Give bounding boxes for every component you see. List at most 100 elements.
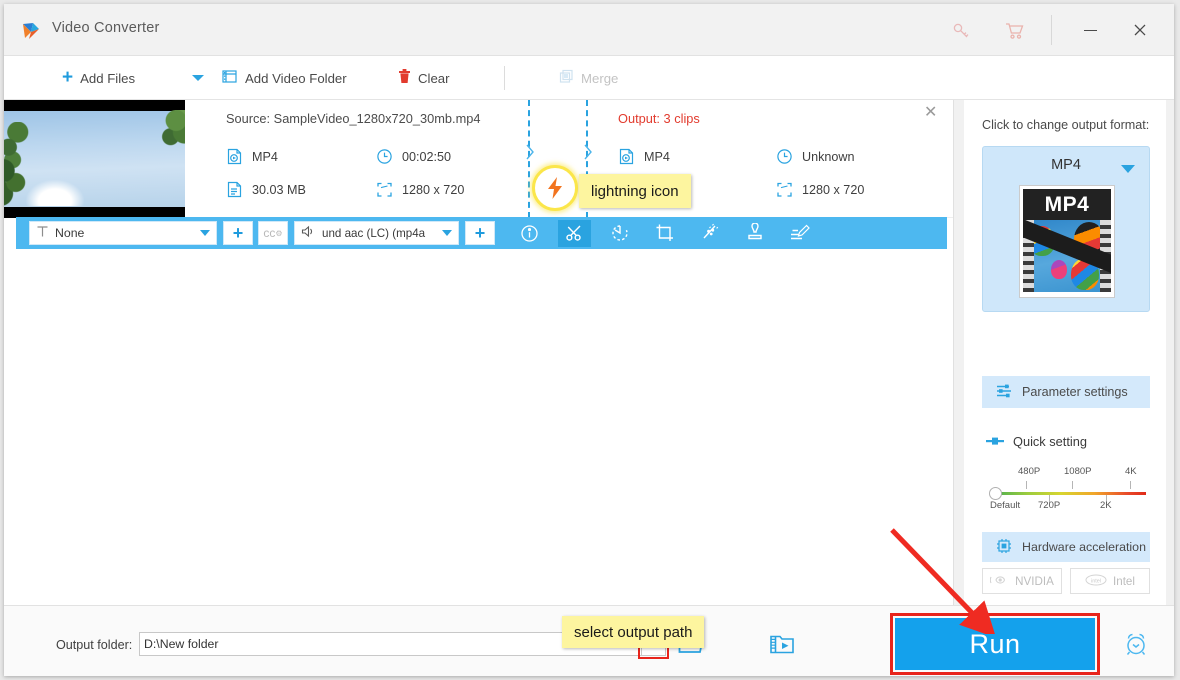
slider-label-default: Default — [990, 500, 1021, 511]
chevron-down-icon[interactable] — [1121, 165, 1135, 173]
thumbnail-tree-left — [4, 122, 50, 206]
title-bar: Video Converter — [4, 4, 1174, 56]
file-format-icon — [226, 148, 243, 165]
rotate-icon[interactable] — [603, 220, 636, 247]
clear-label: Clear — [418, 70, 450, 86]
close-button[interactable] — [1117, 16, 1163, 44]
video-folder-icon — [222, 69, 238, 87]
source-format-value: MP4 — [252, 149, 278, 164]
source-title: Source: SampleVideo_1280x720_30mb.mp4 — [226, 111, 481, 126]
alarm-clock-icon[interactable] — [1121, 630, 1151, 658]
crop-icon[interactable] — [648, 220, 681, 247]
minimize-button[interactable] — [1067, 16, 1113, 44]
source-resolution-value: 1280 x 720 — [402, 182, 465, 197]
menu-divider — [504, 66, 505, 90]
cart-icon[interactable] — [1001, 18, 1029, 44]
cc-label: cc — [263, 226, 276, 240]
add-files-dropdown[interactable] — [192, 68, 204, 88]
output-duration-value: Unknown — [802, 149, 855, 164]
parameter-settings-label: Parameter settings — [1022, 385, 1128, 399]
plus-icon: + — [62, 67, 74, 88]
output-format-prompt: Click to change output format: — [982, 118, 1150, 132]
slider-label-4k: 4K — [1125, 466, 1137, 477]
output-duration: Unknown — [776, 148, 855, 165]
cut-icon[interactable] — [558, 219, 591, 247]
media-folder-icon[interactable] — [768, 632, 796, 656]
subtitle-select[interactable]: None — [29, 221, 217, 245]
resolution-icon — [776, 181, 793, 198]
source-size: 30.03 MB — [226, 181, 306, 198]
add-files-label: Add Files — [80, 70, 136, 86]
intel-icon: intel — [1085, 574, 1107, 589]
gpu-nvidia-label: NVIDIA — [1015, 574, 1054, 588]
output-folder-label: Output folder: — [56, 638, 133, 652]
sliders-icon — [996, 383, 1013, 402]
merge-button[interactable]: Merge — [559, 68, 618, 88]
edit-toolbar: None + cc ⚙ und aac (LC) (mp4a + — [16, 217, 947, 249]
quick-setting-icon — [986, 434, 1005, 449]
info-icon[interactable] — [513, 220, 546, 247]
add-audio-button[interactable]: + — [465, 221, 495, 245]
output-format-thumb-label: MP4 — [1023, 189, 1111, 220]
parameter-settings-button[interactable]: Parameter settings — [982, 376, 1150, 408]
menu-bar: + Add Files Add Video Folder Clear Merge — [4, 56, 1174, 100]
svg-text:intel: intel — [1091, 578, 1101, 584]
speaker-icon — [301, 225, 316, 241]
slider-track[interactable] — [994, 492, 1146, 495]
chevron-down-icon — [442, 230, 452, 236]
add-files-button[interactable]: + Add Files — [62, 68, 135, 88]
lightning-icon[interactable] — [532, 165, 578, 211]
file-format-icon — [618, 148, 635, 165]
gpu-intel-button[interactable]: intel Intel — [1070, 568, 1150, 594]
source-resolution: 1280 x 720 — [376, 181, 464, 198]
cc-settings-button[interactable]: cc ⚙ — [258, 221, 288, 245]
remove-file-button[interactable]: ✕ — [924, 105, 937, 121]
slider-label-1080p: 1080P — [1064, 466, 1092, 477]
output-format-card[interactable]: MP4 MP4 — [982, 146, 1150, 312]
watermark-icon[interactable] — [738, 220, 771, 247]
chevron-right-icon — [583, 143, 594, 161]
app-title: Video Converter — [52, 20, 160, 36]
app-logo-icon — [20, 20, 42, 42]
source-size-value: 30.03 MB — [252, 182, 306, 197]
video-thumbnail[interactable] — [4, 100, 185, 218]
subtitle-edit-icon[interactable] — [783, 220, 816, 247]
annotation-lightning-note: lightning icon — [579, 174, 691, 208]
key-icon[interactable] — [947, 18, 975, 44]
annotation-output-path-note: select output path — [562, 616, 705, 648]
hardware-acceleration-button[interactable]: Hardware acceleration — [982, 532, 1150, 562]
clear-button[interactable]: Clear — [398, 68, 450, 88]
file-size-icon — [226, 181, 243, 198]
output-format-thumb-image — [1023, 220, 1111, 292]
subtitle-value: None — [55, 226, 85, 240]
output-format-value: MP4 — [644, 149, 670, 164]
merge-label: Merge — [581, 70, 619, 86]
add-video-folder-button[interactable]: Add Video Folder — [222, 68, 347, 88]
slider-knob[interactable] — [989, 487, 1002, 500]
effect-icon[interactable] — [693, 220, 726, 247]
slider-label-2k: 2K — [1100, 500, 1112, 511]
clock-icon — [376, 148, 393, 165]
trash-icon — [398, 69, 411, 87]
source-duration: 00:02:50 — [376, 148, 451, 165]
chevron-right-icon — [525, 143, 536, 161]
hardware-acceleration-label: Hardware acceleration — [1022, 540, 1146, 554]
annotation-arrow — [890, 528, 997, 634]
output-format-thumbnail: MP4 — [1019, 185, 1115, 298]
quick-setting-label: Quick setting — [1013, 434, 1087, 449]
add-subtitle-button[interactable]: + — [223, 221, 253, 245]
add-video-folder-label: Add Video Folder — [245, 70, 347, 86]
merge-icon — [559, 69, 574, 87]
source-format: MP4 — [226, 148, 278, 165]
output-resolution-value: 1280 x 720 — [802, 182, 865, 197]
subtitle-icon — [36, 225, 49, 241]
file-list-empty-area — [4, 249, 953, 605]
quick-setting-header: Quick setting — [986, 434, 1087, 449]
output-title: Output: 3 clips — [618, 111, 700, 126]
output-resolution: 1280 x 720 — [776, 181, 864, 198]
clock-icon — [776, 148, 793, 165]
thumbnail-tree-right — [143, 110, 185, 168]
output-format: MP4 — [618, 148, 670, 165]
audio-track-select[interactable]: und aac (LC) (mp4a — [294, 221, 459, 245]
slider-label-720p: 720P — [1038, 500, 1061, 511]
